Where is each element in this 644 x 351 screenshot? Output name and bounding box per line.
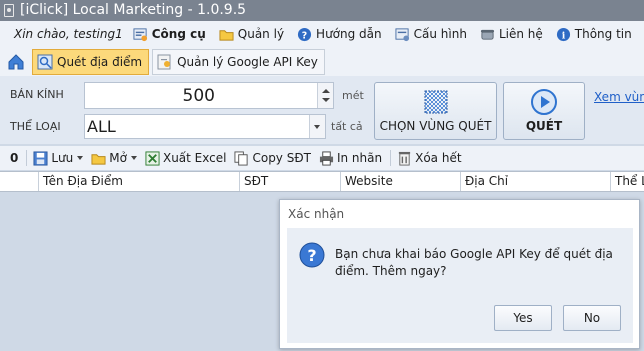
copy-phone-label: Copy SĐT <box>252 151 311 165</box>
save-icon <box>33 150 48 166</box>
view-area-link[interactable]: Xem vùng <box>594 90 644 104</box>
column-category[interactable]: Thể L <box>610 172 644 191</box>
window-title: [iClick] Local Marketing - 1.0.9.5 <box>20 2 247 18</box>
menu-info[interactable]: i Thông tin <box>556 27 632 42</box>
confirm-dialog: Xác nhận ? Bạn chưa khai báo Google API … <box>279 199 640 349</box>
dialog-body: ? Bạn chưa khai báo Google API Key để qu… <box>287 228 633 343</box>
menu-info-label: Thông tin <box>574 27 632 41</box>
print-labels-label: In nhãn <box>336 151 383 165</box>
scan-label: QUÉT <box>525 119 563 133</box>
svg-text:i: i <box>561 30 565 41</box>
export-excel-button[interactable]: Xuất Excel <box>145 150 227 166</box>
greeting-text: Xin chào, testing1 <box>14 27 123 41</box>
delete-icon <box>398 151 411 166</box>
category-label: THỂ LOẠI <box>10 120 61 133</box>
scan-map-icon <box>37 54 53 69</box>
phone-icon <box>480 29 495 40</box>
clear-all-label: Xóa hết <box>415 151 462 165</box>
copy-phone-button[interactable]: Copy SĐT <box>234 150 311 166</box>
svg-text:?: ? <box>307 246 316 265</box>
column-place-name[interactable]: Tên Địa Điểm <box>38 172 239 191</box>
menu-help-label: Hướng dẫn <box>316 27 382 41</box>
menu-manage[interactable]: Quản lý <box>219 27 284 42</box>
radius-input[interactable]: 500 <box>84 82 334 109</box>
title-bar: [iClick] Local Marketing - 1.0.9.5 <box>0 0 644 21</box>
select-area-button[interactable]: CHỌN VÙNG QUÉT <box>374 82 497 140</box>
dialog-message: Bạn chưa khai báo Google API Key để quét… <box>335 247 613 278</box>
radius-unit: mét <box>342 89 364 102</box>
dialog-title: Xác nhận <box>288 207 345 221</box>
play-icon <box>531 89 557 115</box>
home-icon[interactable] <box>6 52 26 72</box>
menu-contact[interactable]: Liên hệ <box>480 27 543 42</box>
open-label: Mở <box>109 151 127 165</box>
menu-manage-label: Quản lý <box>237 27 285 41</box>
open-button[interactable]: Mở <box>91 151 137 166</box>
category-value: ALL <box>87 117 116 136</box>
tab-api-keys-label: Quản lý Google API Key <box>177 54 318 69</box>
tab-api-keys[interactable]: Quản lý Google API Key <box>152 48 325 75</box>
column-address[interactable]: Địa Chỉ <box>460 172 610 191</box>
tab-row: Quét địa điểm Quản lý Google API Key <box>0 47 644 76</box>
category-select[interactable]: ALL <box>84 114 326 139</box>
yes-button[interactable]: Yes <box>494 305 552 331</box>
tab-scan-places[interactable]: Quét địa điểm <box>32 48 150 75</box>
open-dropdown-icon[interactable] <box>130 156 137 160</box>
menu-bar: Xin chào, testing1 Công cụ Quản lý ? Hướ… <box>0 21 644 47</box>
menu-tools-label: Công cụ <box>151 27 206 41</box>
select-area-icon <box>424 90 447 114</box>
radius-value: 500 <box>182 86 215 106</box>
svg-text:?: ? <box>302 30 307 41</box>
settings-icon <box>395 27 409 41</box>
category-dropdown-arrow[interactable] <box>309 115 325 138</box>
info-icon: i <box>556 27 570 41</box>
folder-icon <box>219 29 234 41</box>
scan-form: BÁN KÍNH 500 mét THỂ LOẠI ALL tất cả CHỌ… <box>0 76 644 144</box>
save-dropdown-icon[interactable] <box>77 156 84 160</box>
tab-scan-places-label: Quét địa điểm <box>57 54 143 69</box>
row-indicator-column <box>0 172 38 191</box>
copy-icon <box>234 150 249 166</box>
save-label: Lưu <box>51 151 74 165</box>
print-labels-button[interactable]: In nhãn <box>319 150 383 166</box>
menu-settings[interactable]: Cấu hình <box>395 27 467 42</box>
menu-settings-label: Cấu hình <box>413 27 467 41</box>
column-website[interactable]: Website <box>340 172 460 191</box>
no-button[interactable]: No <box>563 305 621 331</box>
tools-icon <box>133 27 147 41</box>
results-toolbar: 0 Lưu Mở Xuất Excel Copy SĐT In nhãn Xóa… <box>0 146 644 170</box>
column-phone[interactable]: SĐT <box>239 172 340 191</box>
results-grid-header: Tên Địa Điểm SĐT Website Địa Chỉ Thể L <box>0 171 644 192</box>
menu-help[interactable]: ? Hướng dẫn <box>297 27 382 42</box>
printer-icon <box>319 150 334 166</box>
menu-contact-label: Liên hệ <box>498 27 543 41</box>
help-icon: ? <box>297 27 312 41</box>
category-all-label: tất cả <box>331 120 363 133</box>
result-count: 0 <box>10 151 19 165</box>
app-icon <box>4 4 14 17</box>
open-folder-icon <box>91 153 106 165</box>
question-icon: ? <box>299 242 325 268</box>
export-excel-label: Xuất Excel <box>162 151 227 165</box>
menu-tools[interactable]: Công cụ <box>133 27 206 42</box>
select-area-label: CHỌN VÙNG QUÉT <box>379 119 492 133</box>
scan-button[interactable]: QUÉT <box>503 82 585 140</box>
excel-icon <box>145 150 160 166</box>
radius-spinner[interactable] <box>317 83 333 108</box>
clear-all-button[interactable]: Xóa hết <box>397 151 462 166</box>
radius-label: BÁN KÍNH <box>10 88 64 101</box>
key-icon <box>157 54 171 69</box>
save-button[interactable]: Lưu <box>33 150 84 166</box>
